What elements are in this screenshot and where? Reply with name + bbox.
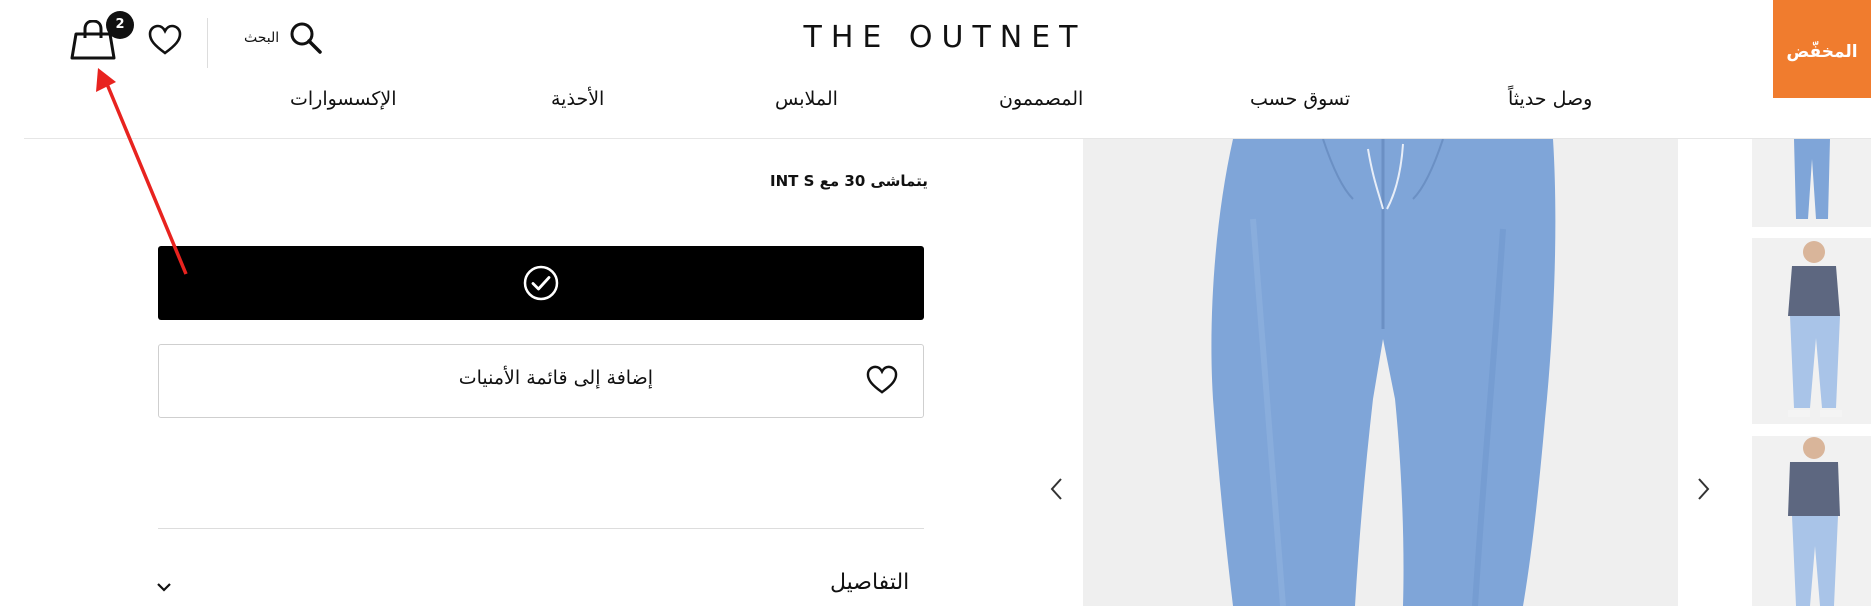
image-prev-arrow-icon[interactable]: [1048, 476, 1066, 506]
wishlist-button-label: إضافة إلى قائمة الأمنيات: [458, 367, 653, 389]
site-logo[interactable]: THE OUTNET: [780, 20, 1110, 55]
product-thumbnail[interactable]: [1752, 139, 1871, 227]
size-fit-note: يتماشى 30 مع INT S: [770, 172, 928, 190]
nav-clothing[interactable]: الملابس: [775, 88, 838, 110]
header-divider: [207, 18, 208, 68]
nav-shop-by[interactable]: تسوق حسب: [1250, 88, 1350, 110]
brand-badge[interactable]: المخفّض: [1773, 0, 1871, 98]
product-thumbnail[interactable]: [1752, 238, 1871, 424]
nav-new-in[interactable]: وصل حديثاً: [1508, 88, 1592, 110]
checkmark-icon: [522, 264, 560, 306]
bag-count-badge: 2: [106, 11, 134, 39]
product-image[interactable]: [1083, 139, 1678, 606]
nav-accessories[interactable]: الإكسسوارات: [290, 88, 397, 110]
search-icon[interactable]: [288, 20, 324, 60]
heart-icon: [866, 365, 898, 399]
product-thumbnail[interactable]: [1752, 436, 1871, 606]
wishlist-heart-icon[interactable]: [148, 24, 182, 60]
add-to-wishlist-button[interactable]: إضافة إلى قائمة الأمنيات: [158, 344, 924, 418]
search-label[interactable]: البحث: [244, 30, 279, 46]
nav-shoes[interactable]: الأحذية: [551, 88, 604, 110]
nav-designers[interactable]: المصممون: [999, 88, 1083, 110]
details-divider: [158, 528, 924, 529]
add-to-bag-button[interactable]: [158, 246, 924, 320]
brand-badge-label: المخفّض: [1786, 42, 1858, 62]
chevron-down-icon[interactable]: [156, 578, 172, 597]
details-accordion-title[interactable]: التفاصيل: [830, 570, 909, 595]
image-next-arrow-icon[interactable]: [1694, 476, 1712, 506]
